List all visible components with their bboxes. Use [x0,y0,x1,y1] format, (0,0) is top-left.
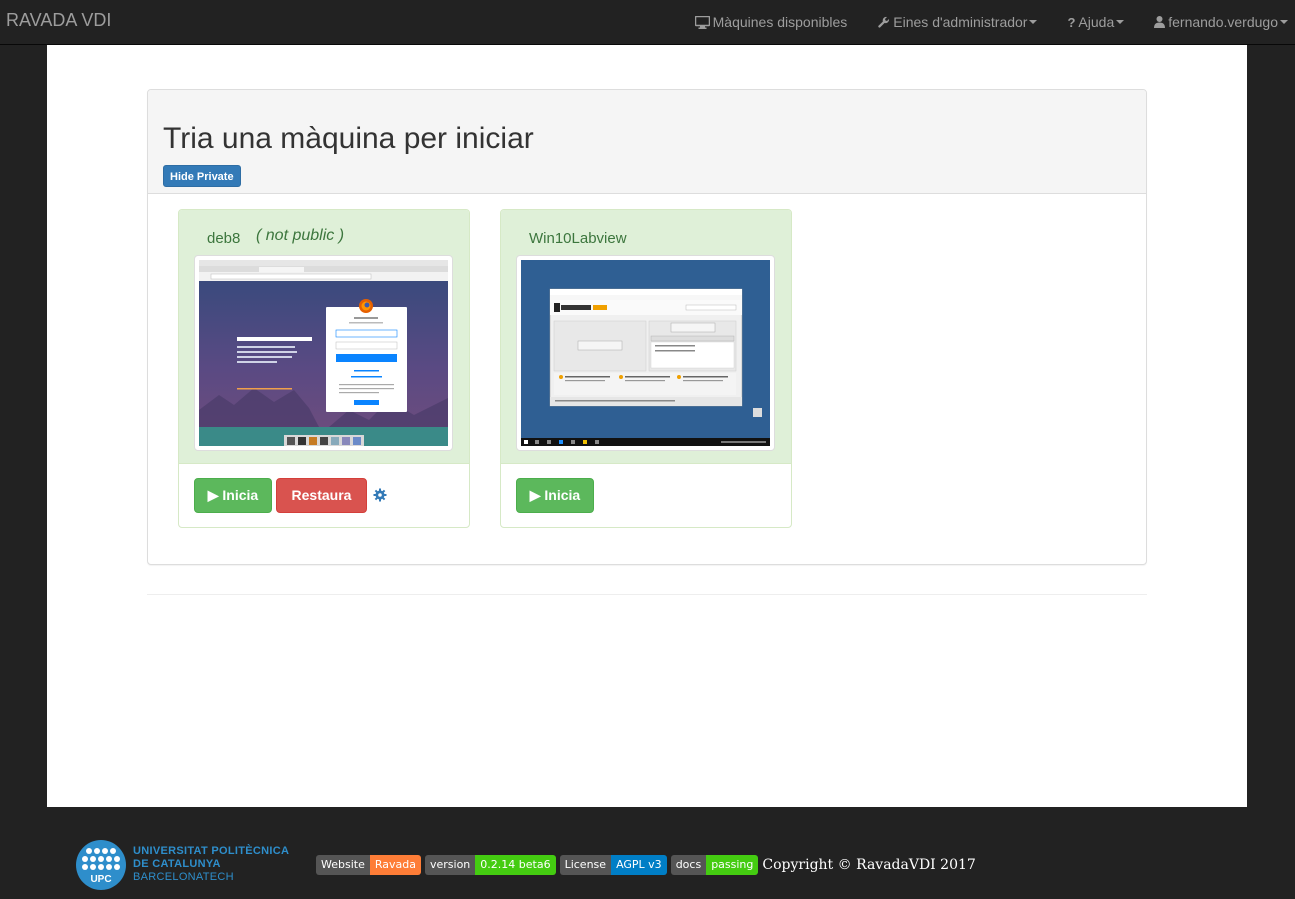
badge-label: Website [316,855,370,875]
panel-heading: Tria una màquina per iniciar Hide Privat… [148,90,1146,194]
machine-card-win10labview: Win10Labview ▶ Inicia [500,209,792,528]
machine-name: Win10Labview [529,230,627,247]
machine-screenshot[interactable] [194,255,453,451]
top-navbar: RAVADA VDI Màquines disponibles Eines d'… [0,0,1295,45]
university-name: UNIVERSITAT POLITÈCNICA DE CATALUNYA BAR… [133,845,289,884]
nav-menu: Màquines disponibles Eines d'administrad… [665,0,1288,44]
machine-card-header: Win10Labview [501,210,791,464]
badge-value: AGPL v3 [611,855,667,875]
chevron-down-icon [1029,20,1038,24]
nav-help-label: Ajuda [1078,14,1115,30]
nav-available-machines[interactable]: Màquines disponibles [694,14,848,30]
university-name-line3: BARCELONATECH [133,871,234,883]
nav-admin-tools[interactable]: Eines d'administrador [877,14,1038,30]
footer-badges: Website Ravada version 0.2.14 beta6 Lice… [316,855,976,875]
badge-label: docs [670,855,707,875]
start-button[interactable]: ▶ Inicia [516,478,594,513]
machines-panel: Tria una màquina per iniciar Hide Privat… [147,89,1147,565]
labview-screenshot-image [521,260,770,446]
page-title: Tria una màquina per iniciar [163,122,534,155]
university-name-line1: UNIVERSITAT POLITÈCNICA [133,845,290,857]
machine-name: deb8 [207,230,241,247]
university-name-line2: DE CATALUNYA [133,858,221,870]
license-badge[interactable]: License AGPL v3 [559,855,667,875]
upc-logo-icon: UPC [76,840,126,890]
wrench-icon [877,16,890,29]
firefox-screenshot-image [199,260,448,446]
brand-logo[interactable]: RAVADA VDI [6,10,111,31]
svg-text:UPC: UPC [90,874,111,885]
hide-private-button[interactable]: Hide Private [163,165,241,187]
chevron-down-icon [1116,20,1125,24]
machine-screenshot[interactable] [516,255,775,451]
badge-value: Ravada [369,855,421,875]
question-icon: ? [1067,14,1076,30]
version-badge[interactable]: version 0.2.14 beta6 [424,855,556,875]
nav-user-label: fernando.verdugo [1168,14,1278,30]
user-icon [1154,16,1166,28]
machine-card-deb8: deb8 ( not public ) ▶ Inicia Restaura [178,209,470,528]
badge-value: passing [706,855,759,875]
main-content: Tria una màquina per iniciar Hide Privat… [47,45,1247,807]
nav-available-machines-label: Màquines disponibles [712,14,848,30]
badge-label: License [559,855,612,875]
website-badge[interactable]: Website Ravada [316,855,421,875]
divider [147,594,1147,595]
machine-visibility-note: ( not public ) [256,227,345,244]
machine-card-header: deb8 ( not public ) [179,210,469,464]
docs-badge[interactable]: docs passing [670,855,759,875]
start-button[interactable]: ▶ Inicia [194,478,272,513]
nav-user-menu[interactable]: fernando.verdugo [1154,14,1288,30]
chevron-down-icon [1280,20,1288,24]
nav-help[interactable]: ? Ajuda [1067,14,1125,30]
copyright-text: Copyright © RavadaVDI 2017 [762,857,976,873]
monitor-icon [694,15,710,29]
gear-icon[interactable] [373,488,387,502]
badge-value: 0.2.14 beta6 [475,855,556,875]
nav-admin-tools-label: Eines d'administrador [893,14,1028,30]
badge-label: version [424,855,476,875]
restore-button[interactable]: Restaura [276,478,367,513]
